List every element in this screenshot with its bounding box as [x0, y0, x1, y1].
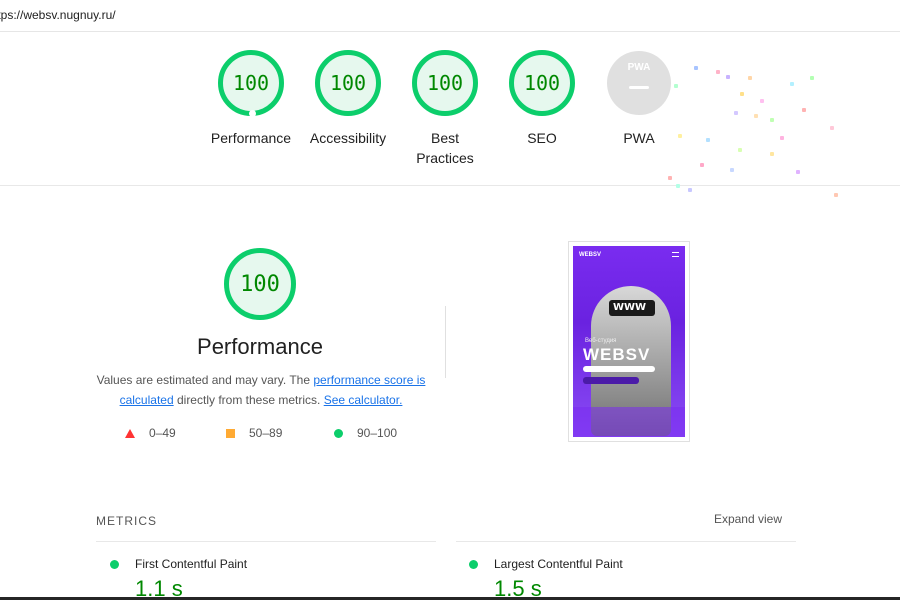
gauge-performance[interactable]: 100 Performance — [196, 50, 306, 148]
screenshot-subtitle: Веб-студия — [585, 338, 617, 344]
gauge-best-practices-label: Best Practices — [416, 130, 474, 166]
gauge-best-practices[interactable]: 100 Best Practices — [390, 50, 500, 168]
hamburger-icon — [672, 252, 679, 257]
final-screenshot[interactable]: WEBSV WWW Веб-студия WEBSV — [568, 241, 690, 442]
gauge-seo-label: SEO — [527, 130, 557, 146]
pass-circle-icon — [469, 560, 478, 569]
gauge-accessibility-label: Accessibility — [309, 130, 387, 146]
gauge-seo-circle: 100 — [509, 50, 575, 116]
screenshot-button — [583, 377, 639, 384]
screenshot-logo: WEBSV — [579, 252, 602, 258]
see-calculator-link[interactable]: See calculator. — [324, 393, 403, 407]
metric-fcp-label: First Contentful Paint — [135, 557, 248, 571]
section-divider — [445, 306, 446, 378]
gauge-accessibility-circle: 100 — [315, 50, 381, 116]
metrics-title: METRICS — [96, 514, 157, 528]
metrics-divider-left — [96, 541, 436, 542]
url-bar: ttps://websv.nugnuy.ru/ — [0, 0, 900, 32]
legend-pass-label: 90–100 — [357, 426, 398, 440]
performance-gauge: 100 — [224, 248, 296, 320]
gauge-performance-score: 100 — [232, 71, 270, 95]
screenshot-footer — [573, 407, 685, 437]
legend-average-label: 50–89 — [249, 426, 283, 440]
legend-pass: 90–100 — [334, 426, 397, 440]
gauge-performance-label: Performance — [210, 130, 292, 146]
legend-average: 50–89 — [226, 426, 282, 440]
page-url[interactable]: ttps://websv.nugnuy.ru/ — [0, 8, 116, 22]
gauge-performance-circle: 100 — [218, 50, 284, 117]
pass-circle-icon — [334, 428, 343, 438]
expand-view-button[interactable]: Expand view — [714, 512, 782, 526]
performance-score: 100 — [240, 271, 280, 297]
screenshot-www: WWW — [613, 302, 647, 313]
legend-fail: 0–49 — [125, 426, 176, 440]
performance-description: Values are estimated and may vary. The p… — [96, 370, 426, 410]
screenshot-title: WEBSV — [583, 345, 651, 364]
score-summary: 100 Performance 100 Accessibility 100 Be… — [0, 32, 900, 197]
gauge-seo[interactable]: 100 SEO — [487, 50, 597, 148]
fail-triangle-icon — [125, 428, 135, 438]
pass-circle-icon — [110, 560, 119, 569]
metrics-header: METRICS Expand view — [96, 512, 782, 530]
pwa-dash-icon — [629, 86, 649, 89]
desc-text-1: Values are estimated and may vary. The — [96, 373, 314, 387]
metrics-divider-right — [456, 541, 796, 542]
gauge-best-practices-circle: 100 — [412, 50, 478, 116]
confetti-decoration — [660, 64, 900, 204]
gauge-accessibility[interactable]: 100 Accessibility — [293, 50, 403, 148]
legend-fail-label: 0–49 — [149, 426, 176, 440]
average-square-icon — [226, 428, 235, 438]
gauge-dot — [249, 110, 256, 117]
desc-text-2: directly from these metrics. — [173, 393, 324, 407]
screenshot-banner — [583, 366, 655, 372]
gauge-accessibility-score: 100 — [329, 71, 367, 95]
gauge-best-practices-score: 100 — [426, 71, 464, 95]
gauge-seo-score: 100 — [523, 71, 561, 95]
performance-title: Performance — [197, 334, 323, 359]
metric-lcp-label: Largest Contentful Paint — [494, 557, 623, 571]
screenshot-content: WEBSV WWW Веб-студия WEBSV — [573, 246, 685, 437]
